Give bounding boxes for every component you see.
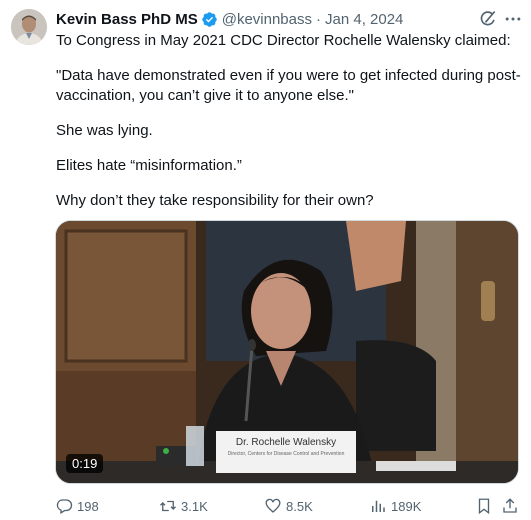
heart-icon (265, 498, 281, 513)
author-handle[interactable]: @kevinnbass (222, 11, 312, 28)
tweet-text: To Congress in May 2021 CDC Director Roc… (56, 31, 522, 211)
tweet-paragraph: Why don’t they take responsibility for t… (56, 192, 374, 209)
tweet-action-bar: 198 3.1K 8.5K 189K (55, 496, 521, 516)
tweet-date[interactable]: Jan 4, 2024 (325, 11, 403, 28)
tweet-paragraph: She was lying. (56, 122, 153, 139)
more-options-icon[interactable] (503, 9, 523, 29)
like-button[interactable]: 8.5K (264, 496, 313, 516)
bookmark-icon (478, 498, 490, 515)
views-button[interactable]: 189K (369, 496, 421, 516)
tweet-paragraph: To Congress in May 2021 CDC Director Roc… (56, 32, 511, 49)
tweet-header: Kevin Bass PhD MS @kevinnbass · Jan 4, 2… (56, 9, 403, 29)
share-button[interactable] (501, 496, 523, 516)
retweet-button[interactable]: 3.1K (159, 496, 208, 516)
grok-icon[interactable] (478, 9, 498, 29)
video-player[interactable]: Dr. Rochelle Walensky Director, Centers … (55, 220, 519, 484)
tweet-paragraph: "Data have demonstrated even if you were… (56, 67, 521, 104)
share-icon (503, 498, 517, 513)
tweet-paragraph: Elites hate “misinformation.” (56, 157, 242, 174)
reply-icon (56, 499, 73, 514)
view-count: 189K (391, 498, 422, 514)
avatar-image (11, 9, 47, 45)
reply-button[interactable]: 198 (55, 496, 99, 516)
retweet-count: 3.1K (181, 498, 208, 514)
retweet-icon (160, 500, 176, 512)
like-count: 8.5K (286, 498, 313, 514)
views-chart-icon (372, 500, 385, 512)
author-name[interactable]: Kevin Bass PhD MS (56, 11, 198, 28)
video-nameplate-subtitle: Director, Centers for Disease Control an… (227, 451, 345, 457)
reply-count: 198 (77, 498, 99, 514)
video-duration-badge: 0:19 (66, 454, 104, 473)
video-nameplate-name: Dr. Rochelle Walensky (235, 437, 337, 448)
separator-dot: · (316, 10, 321, 28)
bookmark-button[interactable] (475, 496, 497, 516)
verified-badge-icon[interactable] (201, 11, 218, 28)
avatar[interactable] (11, 9, 47, 45)
